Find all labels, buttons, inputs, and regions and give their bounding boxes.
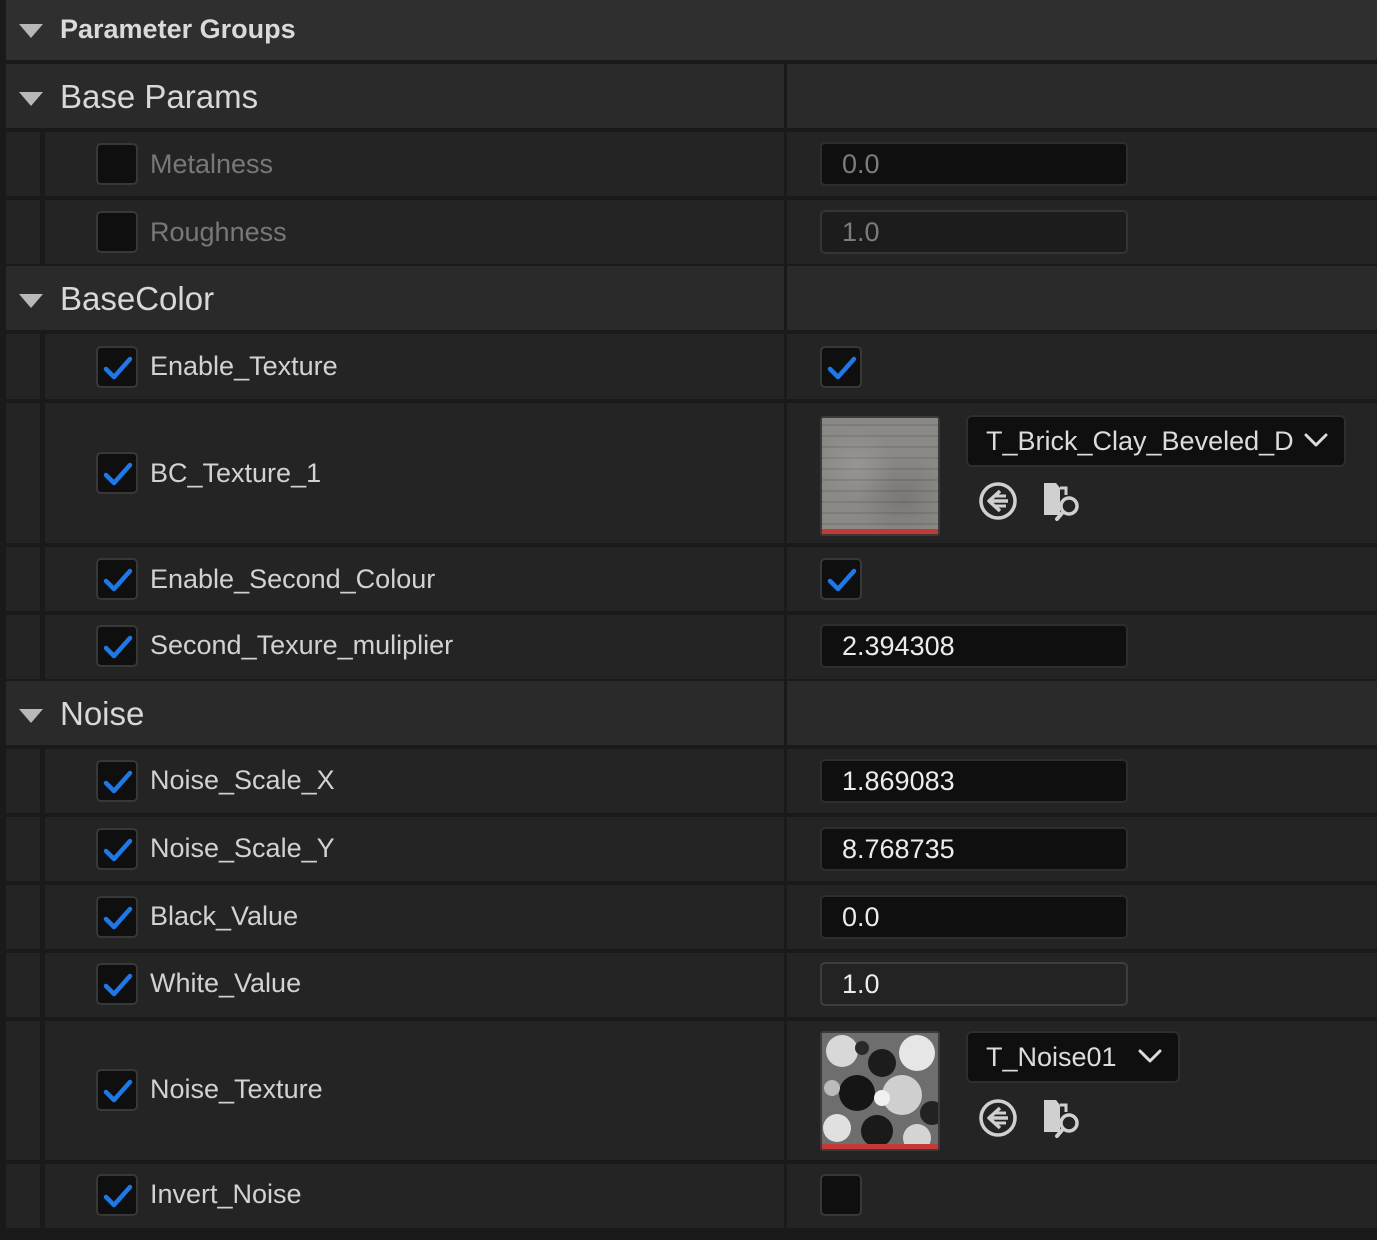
param-label: BC_Texture_1 <box>150 458 322 488</box>
override-checkbox[interactable] <box>96 760 138 802</box>
override-checkbox[interactable] <box>96 896 138 938</box>
value-input[interactable]: 2.394308 <box>820 624 1128 668</box>
checkmark-icon <box>103 768 133 796</box>
checkmark-icon <box>827 566 857 594</box>
texture-thumbnail[interactable] <box>820 416 940 536</box>
triangle-down-icon[interactable] <box>18 23 44 39</box>
param-label: Invert_Noise <box>150 1179 302 1209</box>
value-input[interactable]: 1.869083 <box>820 759 1128 803</box>
value-checkbox[interactable] <box>820 1174 862 1216</box>
param-row-enable-texture: Enable_Texture <box>6 334 1377 401</box>
texture-thumbnail[interactable] <box>820 1031 940 1151</box>
checkmark-icon <box>103 971 133 999</box>
checkmark-icon <box>103 1182 133 1210</box>
group-label: BaseColor <box>60 280 215 317</box>
override-checkbox[interactable] <box>96 963 138 1005</box>
override-checkbox[interactable] <box>96 828 138 870</box>
triangle-down-icon[interactable] <box>18 91 44 107</box>
param-label: Enable_Texture <box>150 351 338 381</box>
param-label: Roughness <box>150 217 287 247</box>
param-row-invert-noise: Invert_Noise <box>6 1164 1377 1230</box>
parameter-groups-header[interactable]: Parameter Groups <box>6 0 1377 62</box>
triangle-down-icon[interactable] <box>18 708 44 724</box>
param-row-white-value: White_Value 1.0 <box>6 953 1377 1019</box>
param-row-metalness: Metalness 0.0 <box>6 132 1377 198</box>
browse-asset-icon[interactable] <box>1040 479 1084 523</box>
value-input[interactable]: 1.0 <box>820 210 1128 254</box>
param-row-second-texture-multiplier: Second_Texure_muliplier 2.394308 <box>6 615 1377 681</box>
group-base-params[interactable]: Base Params <box>6 64 1377 130</box>
param-row-noise-scale-y: Noise_Scale_Y 8.768735 <box>6 817 1377 883</box>
checkmark-icon <box>103 566 133 594</box>
value-input[interactable]: 0.0 <box>820 895 1128 939</box>
param-label: Noise_Scale_X <box>150 765 335 795</box>
param-label: Black_Value <box>150 901 299 931</box>
group-label: Noise <box>60 695 145 732</box>
group-basecolor[interactable]: BaseColor <box>6 266 1377 332</box>
checkmark-icon <box>103 460 133 488</box>
chevron-down-icon <box>1138 1048 1162 1064</box>
param-label: Noise_Texture <box>150 1074 323 1104</box>
param-row-noise-scale-x: Noise_Scale_X 1.869083 <box>6 749 1377 815</box>
chevron-down-icon <box>1304 432 1328 448</box>
override-checkbox[interactable] <box>96 346 138 388</box>
override-checkbox[interactable] <box>96 1174 138 1216</box>
browse-asset-icon[interactable] <box>1040 1096 1084 1140</box>
value-input[interactable]: 1.0 <box>820 962 1128 1006</box>
override-checkbox[interactable] <box>96 1069 138 1111</box>
asset-name: T_Noise01 <box>986 1042 1117 1072</box>
param-label: Enable_Second_Colour <box>150 564 436 594</box>
override-checkbox[interactable] <box>96 143 138 185</box>
value-input[interactable]: 0.0 <box>820 142 1128 186</box>
param-label: Second_Texure_muliplier <box>150 630 454 660</box>
use-selected-asset-icon[interactable] <box>976 479 1020 523</box>
asset-name: T_Brick_Clay_Beveled_D <box>986 426 1294 456</box>
use-selected-asset-icon[interactable] <box>976 1096 1020 1140</box>
param-row-bc-texture-1: BC_Texture_1 T_Brick_Clay_Beveled_D <box>6 403 1377 545</box>
override-checkbox[interactable] <box>96 558 138 600</box>
value-input[interactable]: 8.768735 <box>820 827 1128 871</box>
triangle-down-icon[interactable] <box>18 293 44 309</box>
param-row-roughness: Roughness 1.0 <box>6 200 1377 266</box>
group-label: Base Params <box>60 78 259 115</box>
override-checkbox[interactable] <box>96 211 138 253</box>
checkmark-icon <box>103 633 133 661</box>
value-checkbox[interactable] <box>820 558 862 600</box>
param-label: White_Value <box>150 968 302 998</box>
param-label: Metalness <box>150 149 274 179</box>
override-checkbox[interactable] <box>96 452 138 494</box>
checkmark-icon <box>103 836 133 864</box>
checkmark-icon <box>103 1077 133 1105</box>
group-noise[interactable]: Noise <box>6 681 1377 747</box>
param-row-noise-texture: Noise_Texture T_Noise01 <box>6 1021 1377 1162</box>
param-row-enable-second-colour: Enable_Second_Colour <box>6 547 1377 613</box>
param-label: Noise_Scale_Y <box>150 833 335 863</box>
checkmark-icon <box>827 354 857 382</box>
asset-picker-combo[interactable]: T_Noise01 <box>966 1031 1180 1083</box>
checkmark-icon <box>103 904 133 932</box>
checkmark-icon <box>103 354 133 382</box>
override-checkbox[interactable] <box>96 625 138 667</box>
asset-picker-combo[interactable]: T_Brick_Clay_Beveled_D <box>966 415 1346 467</box>
param-row-black-value: Black_Value 0.0 <box>6 885 1377 951</box>
header-title: Parameter Groups <box>60 14 296 44</box>
value-checkbox[interactable] <box>820 346 862 388</box>
